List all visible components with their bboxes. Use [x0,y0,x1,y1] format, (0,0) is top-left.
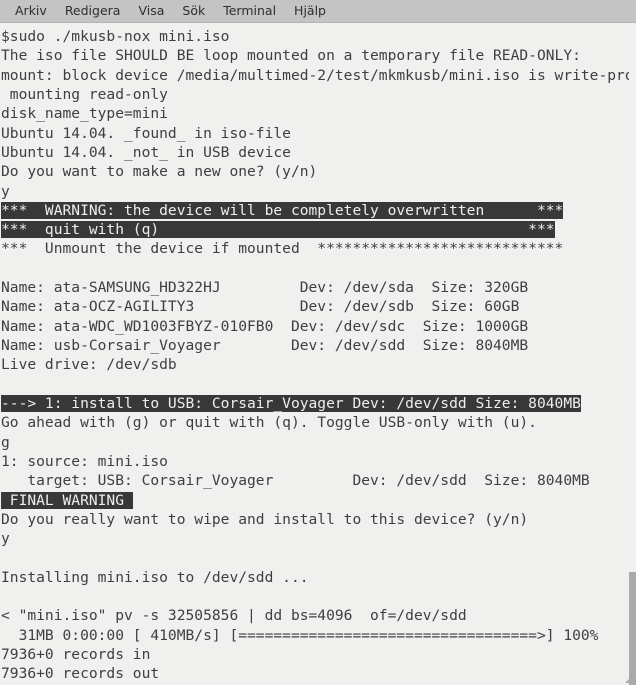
terminal-line: Ubuntu 14.04. _not_ in USB device [1,143,291,161]
terminal-line: target: USB: Corsair_Voyager Dev: /dev/s… [1,472,590,490]
terminal-line: *** WARNING: the device will be complete… [1,201,636,220]
terminal-line: mounting read-only [1,85,168,103]
terminal-line: Name: usb-Corsair_Voyager Dev: /dev/sdd … [1,337,529,354]
terminal-line: g [1,433,10,451]
terminal-scrollbar[interactable] [629,23,636,685]
terminal-line: Do you want to make a new one? (y/n) [1,163,318,181]
terminal-line-highlighted: FINAL WARNING [1,491,133,509]
resize-grip-icon[interactable] [623,672,635,684]
terminal-line: Live drive: /dev/sdb [1,356,177,374]
terminal-line: Go ahead with (g) or quit with (q). Togg… [1,414,537,432]
terminal-line: The iso file SHOULD BE loop mounted on a… [1,47,581,65]
menu-item-arkiv[interactable]: Arkiv [6,2,56,21]
terminal-line-highlighted: *** quit with (q) *** [1,221,555,239]
terminal-line: FINAL WARNING [1,491,636,510]
terminal-screen[interactable]: $sudo ./mkusb-nox mini.iso The iso file S… [0,27,636,685]
terminal-line: Installing mini.iso to /dev/sdd ... [1,568,309,586]
terminal-line-highlighted: ---> 1: install to USB: Corsair_Voyager … [1,394,581,412]
terminal-line: Name: ata-WDC_WD1003FBYZ-010FB0 Dev: /de… [1,317,529,335]
terminal-line: ---> 1: install to USB: Corsair_Voyager … [1,394,636,413]
menu-item-redigera[interactable]: Redigera [56,2,130,21]
menu-bar: Arkiv Redigera Visa Sök Terminal Hjälp [0,0,636,23]
terminal-line: $sudo ./mkusb-nox mini.iso [1,28,230,45]
terminal-line: disk_name_type=mini [1,105,168,123]
terminal-line: 31MB 0:00:00 [ 410MB/s] [===============… [1,626,599,644]
terminal-line: 7936+0 records in [1,646,151,663]
menu-item-terminal[interactable]: Terminal [214,2,285,21]
terminal-line: Do you really want to wipe and install t… [1,510,529,528]
menu-item-visa[interactable]: Visa [129,2,173,21]
terminal-line: *** Unmount the device if mounted ******… [1,240,564,258]
terminal-line-highlighted: *** WARNING: the device will be complete… [1,201,564,219]
terminal-line: y [1,530,10,548]
terminal-line: Name: ata-OCZ-AGILITY3 Dev: /dev/sdb Siz… [1,298,520,316]
terminal-window: Arkiv Redigera Visa Sök Terminal Hjälp $… [0,0,636,685]
terminal-line: < "mini.iso" pv -s 32505856 | dd bs=4096… [1,607,467,625]
terminal-line: y [1,182,10,200]
menu-item-sok[interactable]: Sök [173,2,214,21]
terminal-line: 1: source: mini.iso [1,452,168,470]
terminal-line: Name: ata-SAMSUNG_HD322HJ Dev: /dev/sda … [1,279,529,297]
terminal-line: mount: block device /media/multimed-2/te… [1,66,636,84]
terminal-line: *** quit with (q) *** [1,220,636,239]
terminal-output-area[interactable]: $sudo ./mkusb-nox mini.iso The iso file S… [0,23,636,685]
scrollbar-thumb[interactable] [629,572,636,685]
terminal-line: Ubuntu 14.04. _found_ in iso-file [1,124,291,142]
terminal-line: 7936+0 records out [1,665,160,683]
menu-item-hjalp[interactable]: Hjälp [285,2,335,21]
